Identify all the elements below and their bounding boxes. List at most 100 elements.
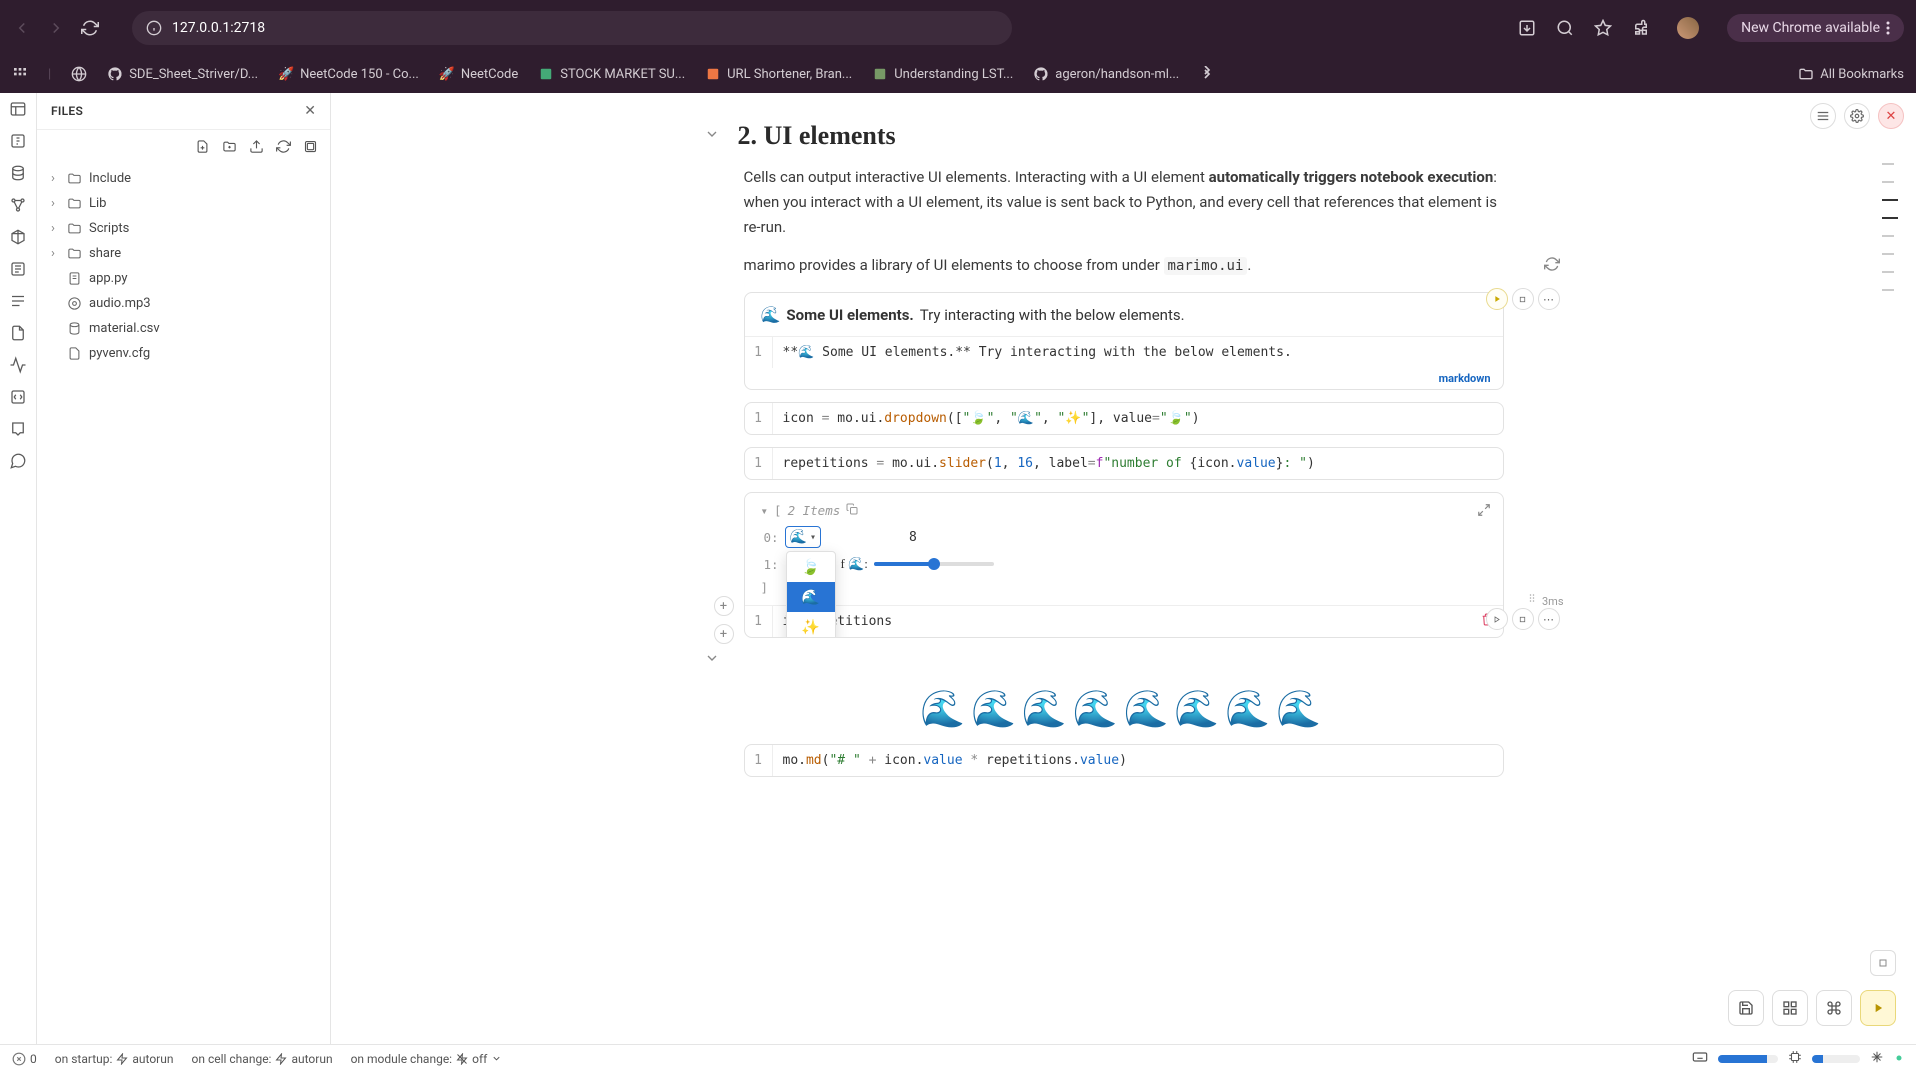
drag-handle-icon[interactable] bbox=[1526, 592, 1538, 608]
stop-cell-button[interactable] bbox=[1512, 608, 1534, 630]
keyboard-icon[interactable] bbox=[1692, 1049, 1708, 1068]
new-chrome-button[interactable]: New Chrome available bbox=[1727, 14, 1904, 42]
startup-mode[interactable]: on startup: autorun bbox=[55, 1052, 174, 1066]
sidebar-close-icon[interactable]: ✕ bbox=[304, 103, 316, 119]
settings-button[interactable] bbox=[1844, 103, 1870, 129]
collapse-section-icon[interactable] bbox=[704, 126, 720, 146]
stop-cell-button[interactable] bbox=[1512, 288, 1534, 310]
database-icon[interactable] bbox=[8, 163, 28, 183]
cell-change-mode[interactable]: on cell change: autorun bbox=[192, 1052, 333, 1066]
overflow-icon[interactable] bbox=[1199, 66, 1215, 82]
run-cell-button[interactable] bbox=[1486, 608, 1508, 630]
globe-icon[interactable] bbox=[71, 66, 87, 82]
url-bar[interactable]: 127.0.0.1:2718 bbox=[132, 11, 1012, 45]
cell-menu-button[interactable]: ⋯ bbox=[1538, 608, 1560, 630]
line-number: 1 bbox=[745, 745, 773, 776]
expand-output-icon[interactable] bbox=[1477, 503, 1491, 520]
folder-label: Scripts bbox=[89, 221, 129, 236]
minimap-line[interactable] bbox=[1882, 289, 1894, 291]
code-editor[interactable]: 1 icon = mo.ui.dropdown(["🍃", "🌊", "✨"],… bbox=[745, 403, 1503, 434]
scratch-icon[interactable] bbox=[8, 419, 28, 439]
cell-menu-button[interactable]: ⋯ bbox=[1538, 288, 1560, 310]
refresh-icon[interactable] bbox=[275, 138, 291, 154]
code-editor[interactable]: 1 **🌊 Some UI elements.** Try interactin… bbox=[745, 336, 1503, 368]
activity-icon[interactable] bbox=[8, 355, 28, 375]
apps-grid-icon[interactable] bbox=[12, 66, 28, 82]
chat-icon[interactable] bbox=[8, 451, 28, 471]
interrupt-button[interactable] bbox=[1870, 950, 1896, 976]
back-button[interactable] bbox=[12, 18, 32, 38]
notebook-content[interactable]: ✕ 2. UI elements Cells can output intera… bbox=[331, 93, 1916, 1072]
doc-icon[interactable] bbox=[8, 323, 28, 343]
zoom-icon[interactable] bbox=[1555, 18, 1575, 38]
code-editor[interactable]: 1 ic____etitions bbox=[745, 605, 1503, 637]
errors-indicator[interactable]: 0 bbox=[12, 1052, 37, 1066]
minimap-line[interactable] bbox=[1882, 181, 1894, 183]
code-editor[interactable]: 1 repetitions = mo.ui.slider(1, 16, labe… bbox=[745, 448, 1503, 479]
file-item[interactable]: app.py bbox=[45, 266, 322, 291]
bookmark-item[interactable]: Understanding LST... bbox=[872, 66, 1013, 82]
bookmark-item[interactable]: SDE_Sheet_Striver/D... bbox=[107, 66, 258, 82]
close-button[interactable]: ✕ bbox=[1878, 103, 1904, 129]
list-icon[interactable] bbox=[8, 291, 28, 311]
all-bookmarks[interactable]: All Bookmarks bbox=[1798, 66, 1904, 82]
bookmark-star-icon[interactable] bbox=[1593, 18, 1613, 38]
add-cell-button[interactable]: + bbox=[714, 596, 734, 616]
install-app-icon[interactable] bbox=[1517, 18, 1537, 38]
chevron-down-icon[interactable]: ▾ bbox=[761, 503, 769, 518]
dropdown-option[interactable]: ✨ bbox=[787, 612, 835, 638]
package-icon[interactable] bbox=[8, 227, 28, 247]
bookmark-item[interactable]: 🚀NeetCode 150 - Co... bbox=[278, 66, 419, 82]
reload-button[interactable] bbox=[80, 18, 100, 38]
save-button[interactable] bbox=[1728, 990, 1764, 1026]
menu-button[interactable] bbox=[1810, 103, 1836, 129]
module-change-mode[interactable]: on module change: off bbox=[351, 1052, 503, 1066]
folder-item[interactable]: ›Scripts bbox=[45, 216, 322, 241]
minimap-line[interactable] bbox=[1882, 271, 1894, 273]
dropdown-option[interactable]: 🍃 bbox=[787, 552, 835, 582]
file-item[interactable]: pyvenv.cfg bbox=[45, 341, 322, 366]
icon-dropdown[interactable]: 🌊 ▾ 🍃 🌊 ✨ bbox=[785, 526, 821, 548]
dropdown-option[interactable]: 🌊 bbox=[787, 582, 835, 612]
file-label: audio.mp3 bbox=[89, 296, 151, 311]
new-folder-icon[interactable] bbox=[221, 138, 237, 154]
minimap-line[interactable] bbox=[1882, 217, 1898, 219]
file-item[interactable]: material.csv bbox=[45, 316, 322, 341]
sparkle-icon[interactable] bbox=[1870, 1050, 1884, 1067]
folder-item[interactable]: ›Include bbox=[45, 166, 322, 191]
add-cell-button[interactable]: + bbox=[714, 624, 734, 644]
run-all-button[interactable] bbox=[1860, 990, 1896, 1026]
forward-button[interactable] bbox=[46, 18, 66, 38]
folder-item[interactable]: ›Lib bbox=[45, 191, 322, 216]
explorer-icon[interactable] bbox=[8, 99, 28, 119]
function-icon[interactable] bbox=[8, 131, 28, 151]
command-button[interactable] bbox=[1816, 990, 1852, 1026]
outline-icon[interactable] bbox=[8, 259, 28, 279]
minimap-line[interactable] bbox=[1882, 235, 1894, 237]
repetitions-slider[interactable] bbox=[874, 562, 994, 566]
refresh-cell-icon[interactable] bbox=[1544, 256, 1560, 276]
dropdown-menu: 🍃 🌊 ✨ bbox=[786, 551, 836, 638]
bookmark-item[interactable]: ageron/handson-ml... bbox=[1033, 66, 1179, 82]
file-item[interactable]: audio.mp3 bbox=[45, 291, 322, 316]
bookmark-item[interactable]: STOCK MARKET SU... bbox=[538, 66, 685, 82]
language-tag: markdown bbox=[745, 368, 1503, 389]
bookmark-item[interactable]: 🚀NeetCode bbox=[439, 66, 518, 82]
new-file-icon[interactable] bbox=[194, 138, 210, 154]
extensions-icon[interactable] bbox=[1631, 18, 1651, 38]
cells-button[interactable] bbox=[1772, 990, 1808, 1026]
graph-icon[interactable] bbox=[8, 195, 28, 215]
snippet-icon[interactable] bbox=[8, 387, 28, 407]
folder-item[interactable]: ›share bbox=[45, 241, 322, 266]
minimap-line[interactable] bbox=[1882, 163, 1894, 165]
copy-icon[interactable] bbox=[846, 503, 858, 518]
upload-icon[interactable] bbox=[248, 138, 264, 154]
bookmark-item[interactable]: URL Shortener, Bran... bbox=[705, 66, 852, 82]
minimap-line[interactable] bbox=[1882, 253, 1894, 255]
profile-avatar[interactable] bbox=[1677, 17, 1699, 39]
minimap-line[interactable] bbox=[1882, 199, 1898, 201]
run-cell-button[interactable] bbox=[1486, 288, 1508, 310]
code-editor[interactable]: 1 mo.md("# " + icon.value * repetitions.… bbox=[745, 745, 1503, 776]
collapse-icon[interactable] bbox=[302, 138, 318, 154]
collapse-output-icon[interactable] bbox=[704, 650, 720, 670]
